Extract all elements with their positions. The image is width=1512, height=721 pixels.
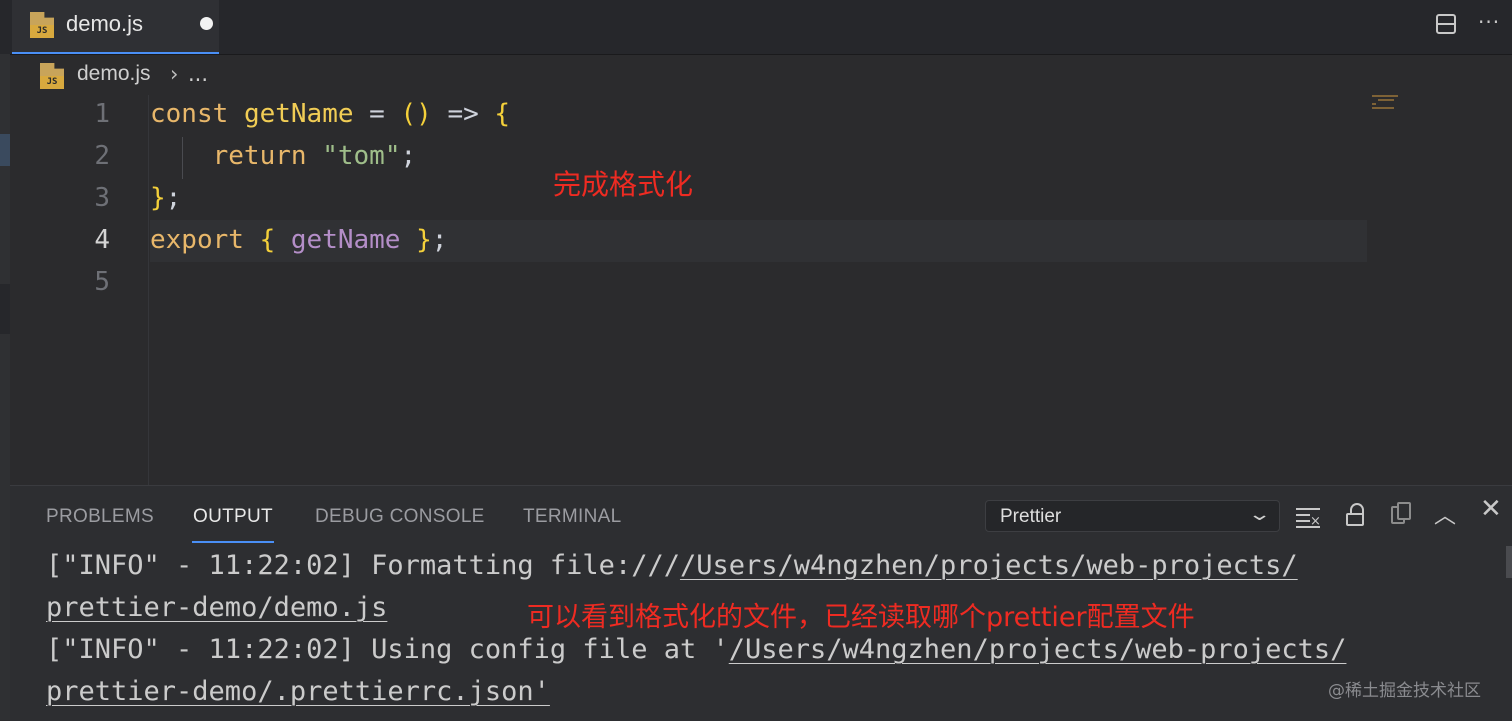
output-scrollbar[interactable]	[1506, 546, 1512, 578]
gutter-border	[148, 95, 149, 485]
minimap[interactable]	[1372, 95, 1408, 111]
output-line: prettier-demo/.prettierrc.json'	[46, 676, 550, 707]
keyword-return: return	[212, 141, 307, 171]
breadcrumb: JS demo.js › ...	[10, 55, 1512, 95]
breadcrumb-symbols[interactable]: ...	[188, 62, 208, 86]
tab-problems[interactable]: PROBLEMS	[46, 506, 154, 528]
semicolon: ;	[431, 225, 448, 255]
output-link[interactable]: prettier-demo/.prettierrc.json'	[46, 676, 550, 707]
code-line-1[interactable]: const getName = () => {	[150, 99, 510, 129]
js-file-icon: JS	[30, 12, 54, 38]
copy-icon[interactable]	[1387, 500, 1415, 530]
editor-tab-bar: JS demo.js ···	[0, 0, 1512, 55]
tab-demo-js[interactable]: JS demo.js	[12, 0, 219, 54]
output-text: ["INFO" - 11:22:02] Using config file at…	[46, 634, 729, 665]
close-icon[interactable]: ✕	[1480, 494, 1508, 524]
dirty-dot-icon[interactable]	[200, 17, 213, 30]
parens: ()	[400, 99, 432, 129]
annotation-config: 可以看到格式化的文件，已经读取哪个prettier配置文件	[527, 602, 1195, 633]
output-channel-select[interactable]: Prettier ⌄	[985, 500, 1280, 532]
operator-arrow: =>	[431, 99, 495, 129]
tab-debug-console[interactable]: DEBUG CONSOLE	[315, 506, 485, 528]
output-text: ["INFO" - 11:22:02] Formatting file:///	[46, 550, 680, 581]
code-line-4[interactable]: export { getName };	[150, 225, 447, 255]
brace-open: {	[259, 225, 276, 255]
brace-open: {	[494, 99, 511, 129]
more-actions-icon[interactable]: ···	[1478, 10, 1500, 34]
code-line-3[interactable]: };	[150, 183, 181, 213]
output-channel-value: Prettier	[1000, 506, 1062, 527]
function-name: getName	[243, 99, 354, 129]
brace-close: }	[150, 183, 166, 213]
tab-output[interactable]: OUTPUT	[193, 506, 273, 528]
output-line: ["INFO" - 11:22:02] Formatting file:////…	[46, 550, 1298, 581]
side-bar-edge	[0, 54, 10, 720]
line-number: 1	[94, 99, 110, 129]
export-name: getName	[290, 225, 401, 255]
line-number: 3	[94, 183, 110, 213]
output-link[interactable]: prettier-demo/demo.js	[46, 592, 387, 623]
chevron-down-icon: ⌄	[1247, 504, 1272, 525]
annotation-formatted: 完成格式化	[553, 168, 694, 201]
bottom-panel: PROBLEMS OUTPUT DEBUG CONSOLE TERMINAL P…	[10, 485, 1512, 721]
lock-icon[interactable]	[1343, 500, 1371, 530]
keyword-const: const	[150, 99, 229, 129]
semicolon: ;	[400, 141, 417, 171]
output-link[interactable]: /Users/w4ngzhen/projects/web-projects/	[729, 634, 1347, 665]
output-line: prettier-demo/demo.js	[46, 592, 387, 623]
operator-assign: =	[353, 99, 401, 129]
line-number: 2	[94, 141, 110, 171]
output-line: ["INFO" - 11:22:02] Using config file at…	[46, 634, 1346, 665]
code-line-2[interactable]: return "tom";	[150, 141, 417, 171]
output-link[interactable]: /Users/w4ngzhen/projects/web-projects/	[680, 550, 1298, 581]
split-editor-icon[interactable]	[1436, 14, 1456, 34]
active-tab-indicator	[192, 541, 274, 543]
tab-label: demo.js	[66, 11, 144, 36]
code-editor[interactable]: 1 2 3 4 5 const getName = () => { return…	[10, 95, 1512, 485]
string-literal: "tom"	[322, 141, 401, 171]
watermark: @稀土掘金技术社区	[1328, 681, 1481, 701]
chevron-up-icon[interactable]: ︿	[1434, 498, 1462, 529]
clear-output-icon[interactable]: ×	[1294, 500, 1322, 530]
line-number-active: 4	[94, 225, 110, 255]
js-file-icon: JS	[40, 63, 64, 89]
keyword-export: export	[150, 225, 244, 255]
brace-close: }	[416, 225, 432, 255]
semicolon: ;	[165, 183, 182, 213]
breadcrumb-separator: ›	[170, 62, 179, 86]
line-number: 5	[94, 267, 110, 297]
tab-terminal[interactable]: TERMINAL	[523, 506, 621, 528]
breadcrumb-file[interactable]: demo.js	[77, 62, 151, 86]
